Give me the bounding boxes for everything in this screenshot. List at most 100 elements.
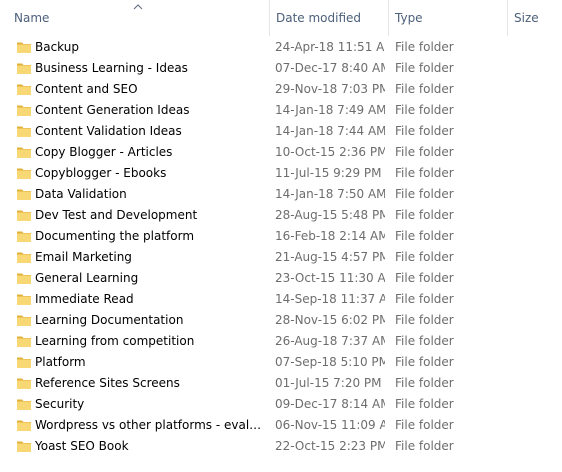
file-name: Wordpress vs other platforms - evaluatio…	[35, 418, 268, 432]
file-name: Backup	[35, 40, 79, 54]
file-date-modified: 14-Sep-18 11:37 AM	[275, 292, 385, 306]
file-name: Content Generation Ideas	[35, 103, 190, 117]
file-type: File folder	[395, 124, 454, 138]
file-name: Platform	[35, 355, 86, 369]
file-date-modified: 10-Oct-15 2:36 PM	[275, 145, 385, 159]
file-row[interactable]: Email Marketing 21-Aug-15 4:57 PM File fol…	[0, 247, 562, 268]
file-name: Content Validation Ideas	[35, 124, 182, 138]
file-name: Reference Sites Screens	[35, 376, 180, 390]
folder-icon	[16, 438, 32, 454]
file-name: Yoast SEO Book	[35, 439, 129, 453]
file-name: Documenting the platform	[35, 229, 195, 243]
file-name: Business Learning - Ideas	[35, 61, 188, 75]
file-type: File folder	[395, 40, 454, 54]
file-date-modified: 14-Jan-18 7:50 AM	[275, 187, 385, 201]
column-header-type[interactable]: Type	[389, 0, 508, 36]
file-name: Content and SEO	[35, 82, 138, 96]
folder-icon	[16, 207, 32, 223]
file-name: Dev Test and Development	[35, 208, 198, 222]
folder-icon	[16, 249, 32, 265]
file-type: File folder	[395, 397, 454, 411]
folder-icon	[16, 165, 32, 181]
file-name: Copyblogger - Ebooks	[35, 166, 167, 180]
folder-icon	[16, 144, 32, 160]
file-date-modified: 11-Jul-15 9:29 PM	[275, 166, 382, 180]
file-type: File folder	[395, 61, 454, 75]
file-date-modified: 28-Nov-15 6:02 PM	[275, 313, 385, 327]
file-date-modified: 06-Nov-15 11:09 A...	[275, 418, 385, 432]
file-type: File folder	[395, 103, 454, 117]
file-type: File folder	[395, 145, 454, 159]
file-type: File folder	[395, 271, 454, 285]
file-row[interactable]: Reference Sites Screens 01-Jul-15 7:20 PM…	[0, 373, 562, 394]
column-header-size[interactable]: Size	[508, 0, 562, 36]
column-header-name[interactable]: Name	[8, 0, 270, 36]
file-date-modified: 24-Apr-18 11:51 AM	[275, 40, 385, 54]
file-type: File folder	[395, 208, 454, 222]
file-name: Learning from competition	[35, 334, 195, 348]
file-date-modified: 26-Aug-18 7:37 AM	[275, 334, 385, 348]
folder-icon	[16, 39, 32, 55]
file-row[interactable]: Backup 24-Apr-18 11:51 AM File folder	[0, 37, 562, 58]
file-type: File folder	[395, 439, 454, 453]
file-date-modified: 23-Oct-15 11:30 AM	[275, 271, 385, 285]
file-type: File folder	[395, 355, 454, 369]
file-row[interactable]: General Learning 23-Oct-15 11:30 AM File f…	[0, 268, 562, 289]
folder-icon	[16, 417, 32, 433]
file-row[interactable]: Content Validation Ideas 14-Jan-18 7:44 A…	[0, 121, 562, 142]
folder-icon	[16, 354, 32, 370]
folder-icon	[16, 60, 32, 76]
file-date-modified: 14-Jan-18 7:44 AM	[275, 124, 385, 138]
file-date-modified: 28-Aug-15 5:48 PM	[275, 208, 385, 222]
folder-icon	[16, 102, 32, 118]
file-type: File folder	[395, 229, 454, 243]
file-date-modified: 07-Dec-17 8:40 AM	[275, 61, 385, 75]
file-date-modified: 01-Jul-15 7:20 PM	[275, 376, 382, 390]
file-list: Backup 24-Apr-18 11:51 AM File folder Busin…	[0, 37, 562, 457]
file-type: File folder	[395, 313, 454, 327]
file-type: File folder	[395, 187, 454, 201]
file-type: File folder	[395, 292, 454, 306]
file-row[interactable]: Security 09-Dec-17 8:14 AM File folder	[0, 394, 562, 415]
file-name: General Learning	[35, 271, 139, 285]
file-row[interactable]: Content and SEO 29-Nov-18 7:03 PM File fol…	[0, 79, 562, 100]
folder-icon	[16, 291, 32, 307]
file-name: Data Validation	[35, 187, 127, 201]
file-row[interactable]: Copyblogger - Ebooks 11-Jul-15 9:29 PM Fil…	[0, 163, 562, 184]
folder-icon	[16, 270, 32, 286]
file-row[interactable]: Learning Documentation 28-Nov-15 6:02 PM F…	[0, 310, 562, 331]
file-type: File folder	[395, 418, 454, 432]
folder-icon	[16, 81, 32, 97]
file-date-modified: 14-Jan-18 7:49 AM	[275, 103, 385, 117]
folder-icon	[16, 333, 32, 349]
file-row[interactable]: Platform 07-Sep-18 5:10 PM File folder	[0, 352, 562, 373]
file-row[interactable]: Content Generation Ideas 14-Jan-18 7:49 A…	[0, 100, 562, 121]
file-row[interactable]: Documenting the platform 16-Feb-18 2:14 A…	[0, 226, 562, 247]
file-row[interactable]: Business Learning - Ideas 07-Dec-17 8:40 …	[0, 58, 562, 79]
file-type: File folder	[395, 250, 454, 264]
file-row[interactable]: Immediate Read 14-Sep-18 11:37 AM File fol…	[0, 289, 562, 310]
file-type: File folder	[395, 166, 454, 180]
file-row[interactable]: Data Validation 14-Jan-18 7:50 AM File fol…	[0, 184, 562, 205]
file-date-modified: 29-Nov-18 7:03 PM	[275, 82, 385, 96]
file-row[interactable]: Dev Test and Development 28-Aug-15 5:48 P…	[0, 205, 562, 226]
file-name: Learning Documentation	[35, 313, 184, 327]
column-header-date-modified[interactable]: Date modified	[270, 0, 389, 36]
file-name: Copy Blogger - Articles	[35, 145, 173, 159]
file-type: File folder	[395, 376, 454, 390]
file-row[interactable]: Yoast SEO Book 22-Oct-15 2:23 PM File fold…	[0, 436, 562, 457]
column-header-bar: Name Date modified Type Size	[0, 0, 562, 36]
folder-icon	[16, 312, 32, 328]
file-row[interactable]: Wordpress vs other platforms - evaluatio…	[0, 415, 562, 436]
file-type: File folder	[395, 334, 454, 348]
file-date-modified: 16-Feb-18 2:14 AM	[275, 229, 385, 243]
file-type: File folder	[395, 82, 454, 96]
folder-icon	[16, 186, 32, 202]
file-name: Immediate Read	[35, 292, 134, 306]
folder-icon	[16, 228, 32, 244]
file-date-modified: 22-Oct-15 2:23 PM	[275, 439, 385, 453]
folder-icon	[16, 123, 32, 139]
file-row[interactable]: Learning from competition 26-Aug-18 7:37 …	[0, 331, 562, 352]
folder-icon	[16, 396, 32, 412]
file-row[interactable]: Copy Blogger - Articles 10-Oct-15 2:36 PM…	[0, 142, 562, 163]
